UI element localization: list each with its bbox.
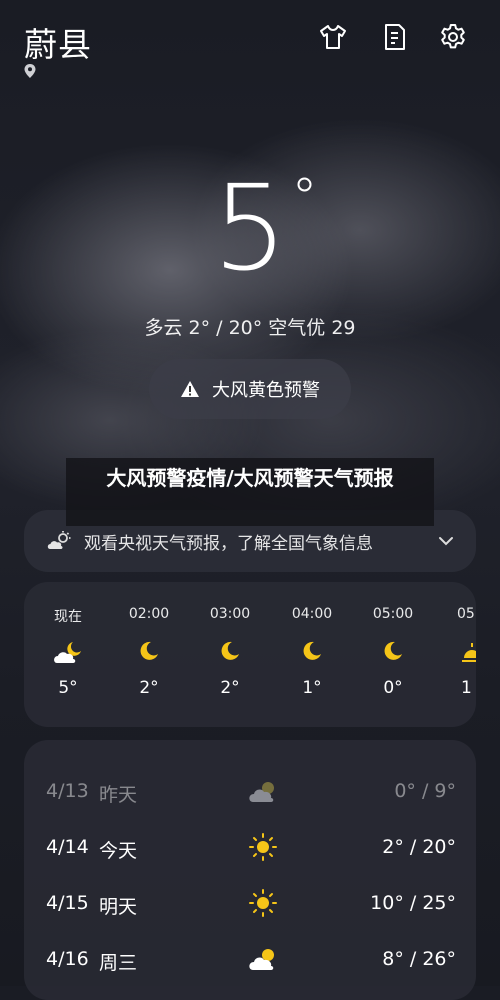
hour-temp: 0° bbox=[383, 678, 403, 698]
hourly-forecast-card[interactable]: 现在 5° 02:00 2° 03:00 2° 04:00 1° 05:00 0… bbox=[24, 582, 476, 727]
hour-time: 05:00 bbox=[372, 606, 414, 622]
day-date: 4/13 bbox=[46, 780, 89, 802]
partly-cloudy-night-icon bbox=[37, 640, 99, 666]
daily-row[interactable]: 4/15 明天 10° / 25° bbox=[46, 884, 456, 924]
hour-temp: 5° bbox=[58, 678, 78, 698]
hour-time: 05: bbox=[457, 606, 476, 622]
daily-forecast-card[interactable]: 4/13 昨天 0° / 9° 4/14 今天 2° / 20° 4/15 明天 bbox=[24, 740, 476, 1000]
hour-time: 02:00 bbox=[128, 606, 170, 622]
daily-row[interactable]: 4/16 周三 8° / 26° bbox=[46, 940, 456, 980]
wardrobe-shirt-icon[interactable] bbox=[318, 22, 348, 52]
cctv-label: 观看央视天气预报，了解全国气象信息 bbox=[84, 533, 373, 554]
moon-icon bbox=[281, 640, 343, 666]
sunrise-icon bbox=[443, 640, 476, 666]
moon-icon bbox=[199, 640, 261, 666]
day-range: 0° / 9° bbox=[394, 780, 456, 802]
hour-time: 04:00 bbox=[291, 606, 333, 622]
current-temperature: 5 ° bbox=[0, 158, 500, 298]
hour-temp: 2° bbox=[220, 678, 240, 698]
city-name[interactable]: 蔚县 bbox=[24, 18, 92, 66]
day-date: 4/15 bbox=[46, 892, 89, 914]
partly-cloudy-day-icon bbox=[249, 949, 274, 970]
day-name: 明天 bbox=[99, 896, 138, 918]
document-list-icon[interactable] bbox=[380, 22, 410, 52]
daily-row[interactable]: 4/14 今天 2° / 20° bbox=[46, 828, 456, 868]
hour-temp: 1° bbox=[302, 678, 322, 698]
hour-time: 03:00 bbox=[209, 606, 251, 622]
location-pin-icon bbox=[24, 64, 36, 78]
temperature-value: 5 bbox=[212, 159, 288, 297]
cloudy-icon bbox=[249, 782, 274, 802]
wind-alert-button[interactable]: 大风黄色预警 bbox=[149, 359, 351, 419]
day-name: 周三 bbox=[99, 952, 138, 974]
warning-triangle-icon bbox=[181, 381, 199, 397]
day-range: 8° / 26° bbox=[382, 948, 456, 970]
overlay-article-title: 大风预警疫情/大风预警天气预报 bbox=[66, 458, 434, 526]
daily-row[interactable]: 4/13 昨天 0° / 9° bbox=[46, 772, 456, 812]
day-range: 2° / 20° bbox=[382, 836, 456, 858]
day-name: 今天 bbox=[99, 840, 138, 862]
alert-label: 大风黄色预警 bbox=[212, 380, 320, 401]
hour-temp: 1 bbox=[461, 678, 472, 698]
hour-time: 现在 bbox=[54, 609, 82, 625]
day-range: 10° / 25° bbox=[370, 892, 456, 914]
weather-summary: 多云 2° / 20° 空气优 29 bbox=[144, 317, 356, 339]
chevron-down-icon[interactable] bbox=[438, 536, 454, 546]
moon-icon bbox=[362, 640, 424, 666]
day-date: 4/14 bbox=[46, 836, 89, 858]
day-date: 4/16 bbox=[46, 948, 89, 970]
sun-icon bbox=[249, 833, 277, 861]
degree-symbol: ° bbox=[291, 168, 318, 228]
sun-icon bbox=[249, 889, 277, 917]
day-name: 昨天 bbox=[99, 784, 138, 806]
hour-temp: 2° bbox=[139, 678, 159, 698]
settings-gear-icon[interactable] bbox=[438, 22, 468, 52]
cloud-sun-icon bbox=[47, 531, 71, 549]
moon-icon bbox=[118, 640, 180, 666]
